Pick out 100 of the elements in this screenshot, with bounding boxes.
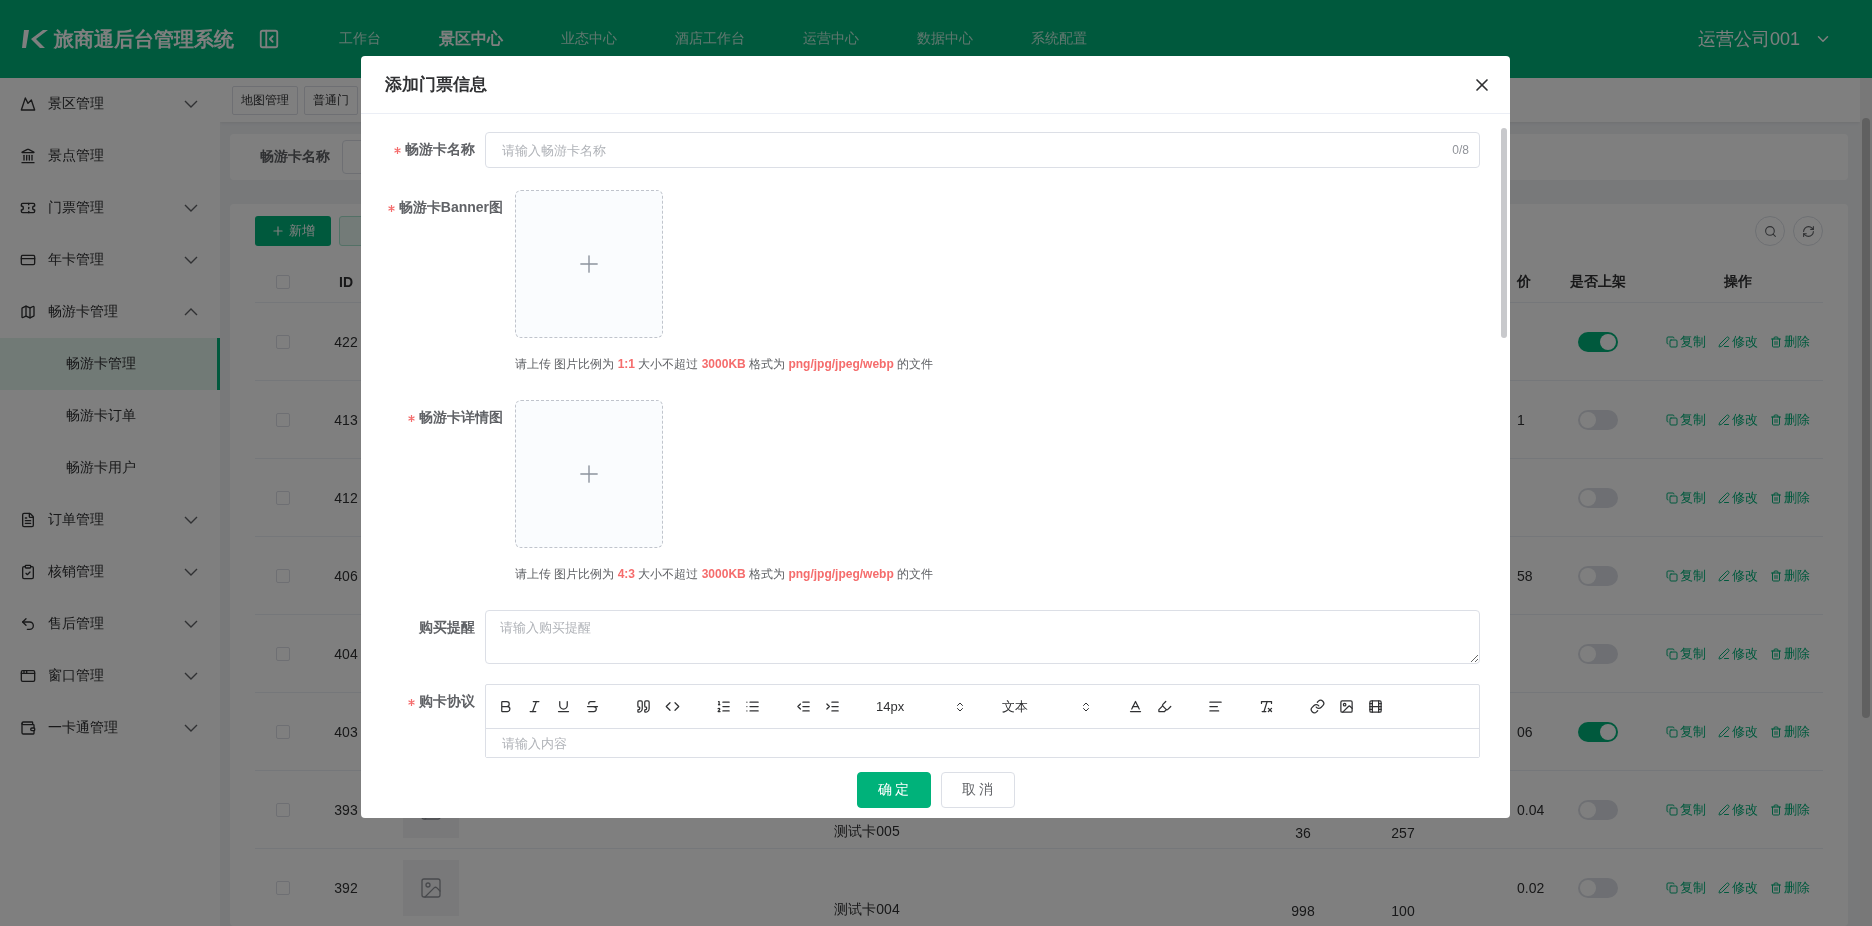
nav-item[interactable]: 酒店工作台 xyxy=(646,30,774,48)
sidebar-subitem[interactable]: 畅游卡管理 xyxy=(0,338,220,390)
bold-icon[interactable] xyxy=(498,699,513,714)
map-icon xyxy=(20,304,36,320)
sidebar-item[interactable]: 景区管理 xyxy=(0,78,220,130)
copy-icon xyxy=(1666,803,1678,816)
copy-icon xyxy=(1666,335,1678,348)
align-icon[interactable] xyxy=(1208,699,1223,714)
page-tab[interactable]: 普通门 xyxy=(304,85,358,115)
action-link[interactable]: 复制 xyxy=(1666,410,1706,429)
action-link[interactable]: 复制 xyxy=(1666,878,1706,897)
action-link[interactable]: 删除 xyxy=(1770,410,1810,429)
checklist-icon xyxy=(20,564,36,580)
block-type-select[interactable]: 文本 xyxy=(1002,697,1092,716)
nav-item[interactable]: 景区中心 xyxy=(410,28,532,50)
action-link[interactable]: 修改 xyxy=(1718,332,1758,351)
action-link[interactable]: 复制 xyxy=(1666,722,1706,741)
toggle-switch[interactable] xyxy=(1578,721,1618,742)
cancel-button[interactable]: 取 消 xyxy=(940,772,1015,808)
pen-icon xyxy=(1718,413,1730,426)
trash-icon xyxy=(1770,569,1782,582)
code-icon[interactable] xyxy=(665,699,680,714)
action-link[interactable]: 复制 xyxy=(1666,644,1706,663)
char-counter: 0/8 xyxy=(1452,143,1469,157)
image-upload[interactable] xyxy=(515,400,663,548)
action-link[interactable]: 修改 xyxy=(1718,722,1758,741)
search-label: 畅游卡名称 xyxy=(260,148,330,166)
sidebar-item[interactable]: 核销管理 xyxy=(0,546,220,598)
pen-icon xyxy=(1718,803,1730,816)
trash-icon xyxy=(1770,803,1782,816)
dialog-title: 添加门票信息 xyxy=(385,74,488,96)
confirm-button[interactable]: 确 定 xyxy=(856,772,931,808)
action-link[interactable]: 删除 xyxy=(1770,488,1810,507)
search-button[interactable] xyxy=(1755,216,1785,246)
sidebar-item[interactable]: 年卡管理 xyxy=(0,234,220,286)
sidebar-item[interactable]: 一卡通管理 xyxy=(0,702,220,754)
action-link[interactable]: 复制 xyxy=(1666,800,1706,819)
action-link[interactable]: 修改 xyxy=(1718,410,1758,429)
font-size-select[interactable]: 14px xyxy=(876,699,966,714)
nav-item[interactable]: 系统配置 xyxy=(1002,30,1116,48)
reminder-textarea[interactable]: 请输入购买提醒 xyxy=(485,610,1480,664)
sidebar-item[interactable]: 窗口管理 xyxy=(0,650,220,702)
refresh-button[interactable] xyxy=(1793,216,1823,246)
clear-format-icon[interactable] xyxy=(1259,699,1274,714)
action-link[interactable]: 修改 xyxy=(1718,878,1758,897)
page-tab[interactable]: 地图管理 xyxy=(232,85,298,115)
name-input[interactable]: 请输入畅游卡名称 xyxy=(500,141,1453,159)
indent-icon[interactable] xyxy=(825,699,840,714)
action-link[interactable]: 删除 xyxy=(1770,800,1810,819)
content-input[interactable]: 请输入内容 xyxy=(500,734,1465,752)
outdent-icon[interactable] xyxy=(796,699,811,714)
sidebar-subitem[interactable]: 畅游卡用户 xyxy=(0,442,220,494)
action-link[interactable]: 删除 xyxy=(1770,332,1810,351)
sidebar-item[interactable]: 门票管理 xyxy=(0,182,220,234)
table-cell: 413 xyxy=(334,411,358,428)
name-field[interactable]: 请输入畅游卡名称 0/8 xyxy=(485,132,1480,168)
action-link[interactable]: 复制 xyxy=(1666,566,1706,585)
copy-icon xyxy=(1666,647,1678,660)
sidebar-item[interactable]: 景点管理 xyxy=(0,130,220,182)
action-link[interactable]: 复制 xyxy=(1666,488,1706,507)
action-link[interactable]: 修改 xyxy=(1718,644,1758,663)
sidebar-subitem[interactable]: 畅游卡订单 xyxy=(0,390,220,442)
action-link[interactable]: 修改 xyxy=(1718,488,1758,507)
field-label: 购买提醒 xyxy=(419,619,475,637)
user-name[interactable]: 运营公司001 xyxy=(1697,27,1800,51)
action-link[interactable]: 删除 xyxy=(1770,566,1810,585)
nav-item[interactable]: 数据中心 xyxy=(888,30,1002,48)
action-link[interactable]: 删除 xyxy=(1770,644,1810,663)
action-link[interactable]: 删除 xyxy=(1770,722,1810,741)
link-icon[interactable] xyxy=(1310,699,1325,714)
underline-icon[interactable] xyxy=(556,699,571,714)
table-cell-text: 0.04 xyxy=(1516,801,1545,818)
numbered-list-icon[interactable] xyxy=(716,699,731,714)
menu-fold-icon[interactable] xyxy=(258,28,280,50)
image-icon[interactable] xyxy=(1339,699,1354,714)
field-label: 畅游卡名称 xyxy=(405,141,475,159)
action-link[interactable]: 修改 xyxy=(1718,566,1758,585)
sidebar-item[interactable]: 订单管理 xyxy=(0,494,220,546)
sidebar-item[interactable]: 售后管理 xyxy=(0,598,220,650)
scrollbar[interactable] xyxy=(1501,128,1507,338)
action-link[interactable]: 修改 xyxy=(1718,800,1758,819)
toggle-switch[interactable] xyxy=(1578,331,1618,352)
highlight-icon[interactable] xyxy=(1157,699,1172,714)
bullet-list-icon[interactable] xyxy=(745,699,760,714)
copy-icon xyxy=(1666,491,1678,504)
column-header: ID xyxy=(339,274,353,290)
font-color-icon[interactable] xyxy=(1128,699,1143,714)
nav-item[interactable]: 工作台 xyxy=(310,30,410,48)
sidebar-item[interactable]: 畅游卡管理 xyxy=(0,286,220,338)
video-icon[interactable] xyxy=(1368,699,1383,714)
nav-item[interactable]: 运营中心 xyxy=(774,30,888,48)
strikethrough-icon[interactable] xyxy=(585,699,600,714)
image-icon xyxy=(419,875,443,900)
italic-icon[interactable] xyxy=(527,699,542,714)
quote-icon[interactable] xyxy=(636,699,651,714)
action-link[interactable]: 删除 xyxy=(1770,878,1810,897)
image-upload[interactable] xyxy=(515,190,663,338)
action-link[interactable]: 复制 xyxy=(1666,332,1706,351)
nav-item[interactable]: 业态中心 xyxy=(532,30,646,48)
add-button[interactable]: 新增 xyxy=(255,216,331,246)
